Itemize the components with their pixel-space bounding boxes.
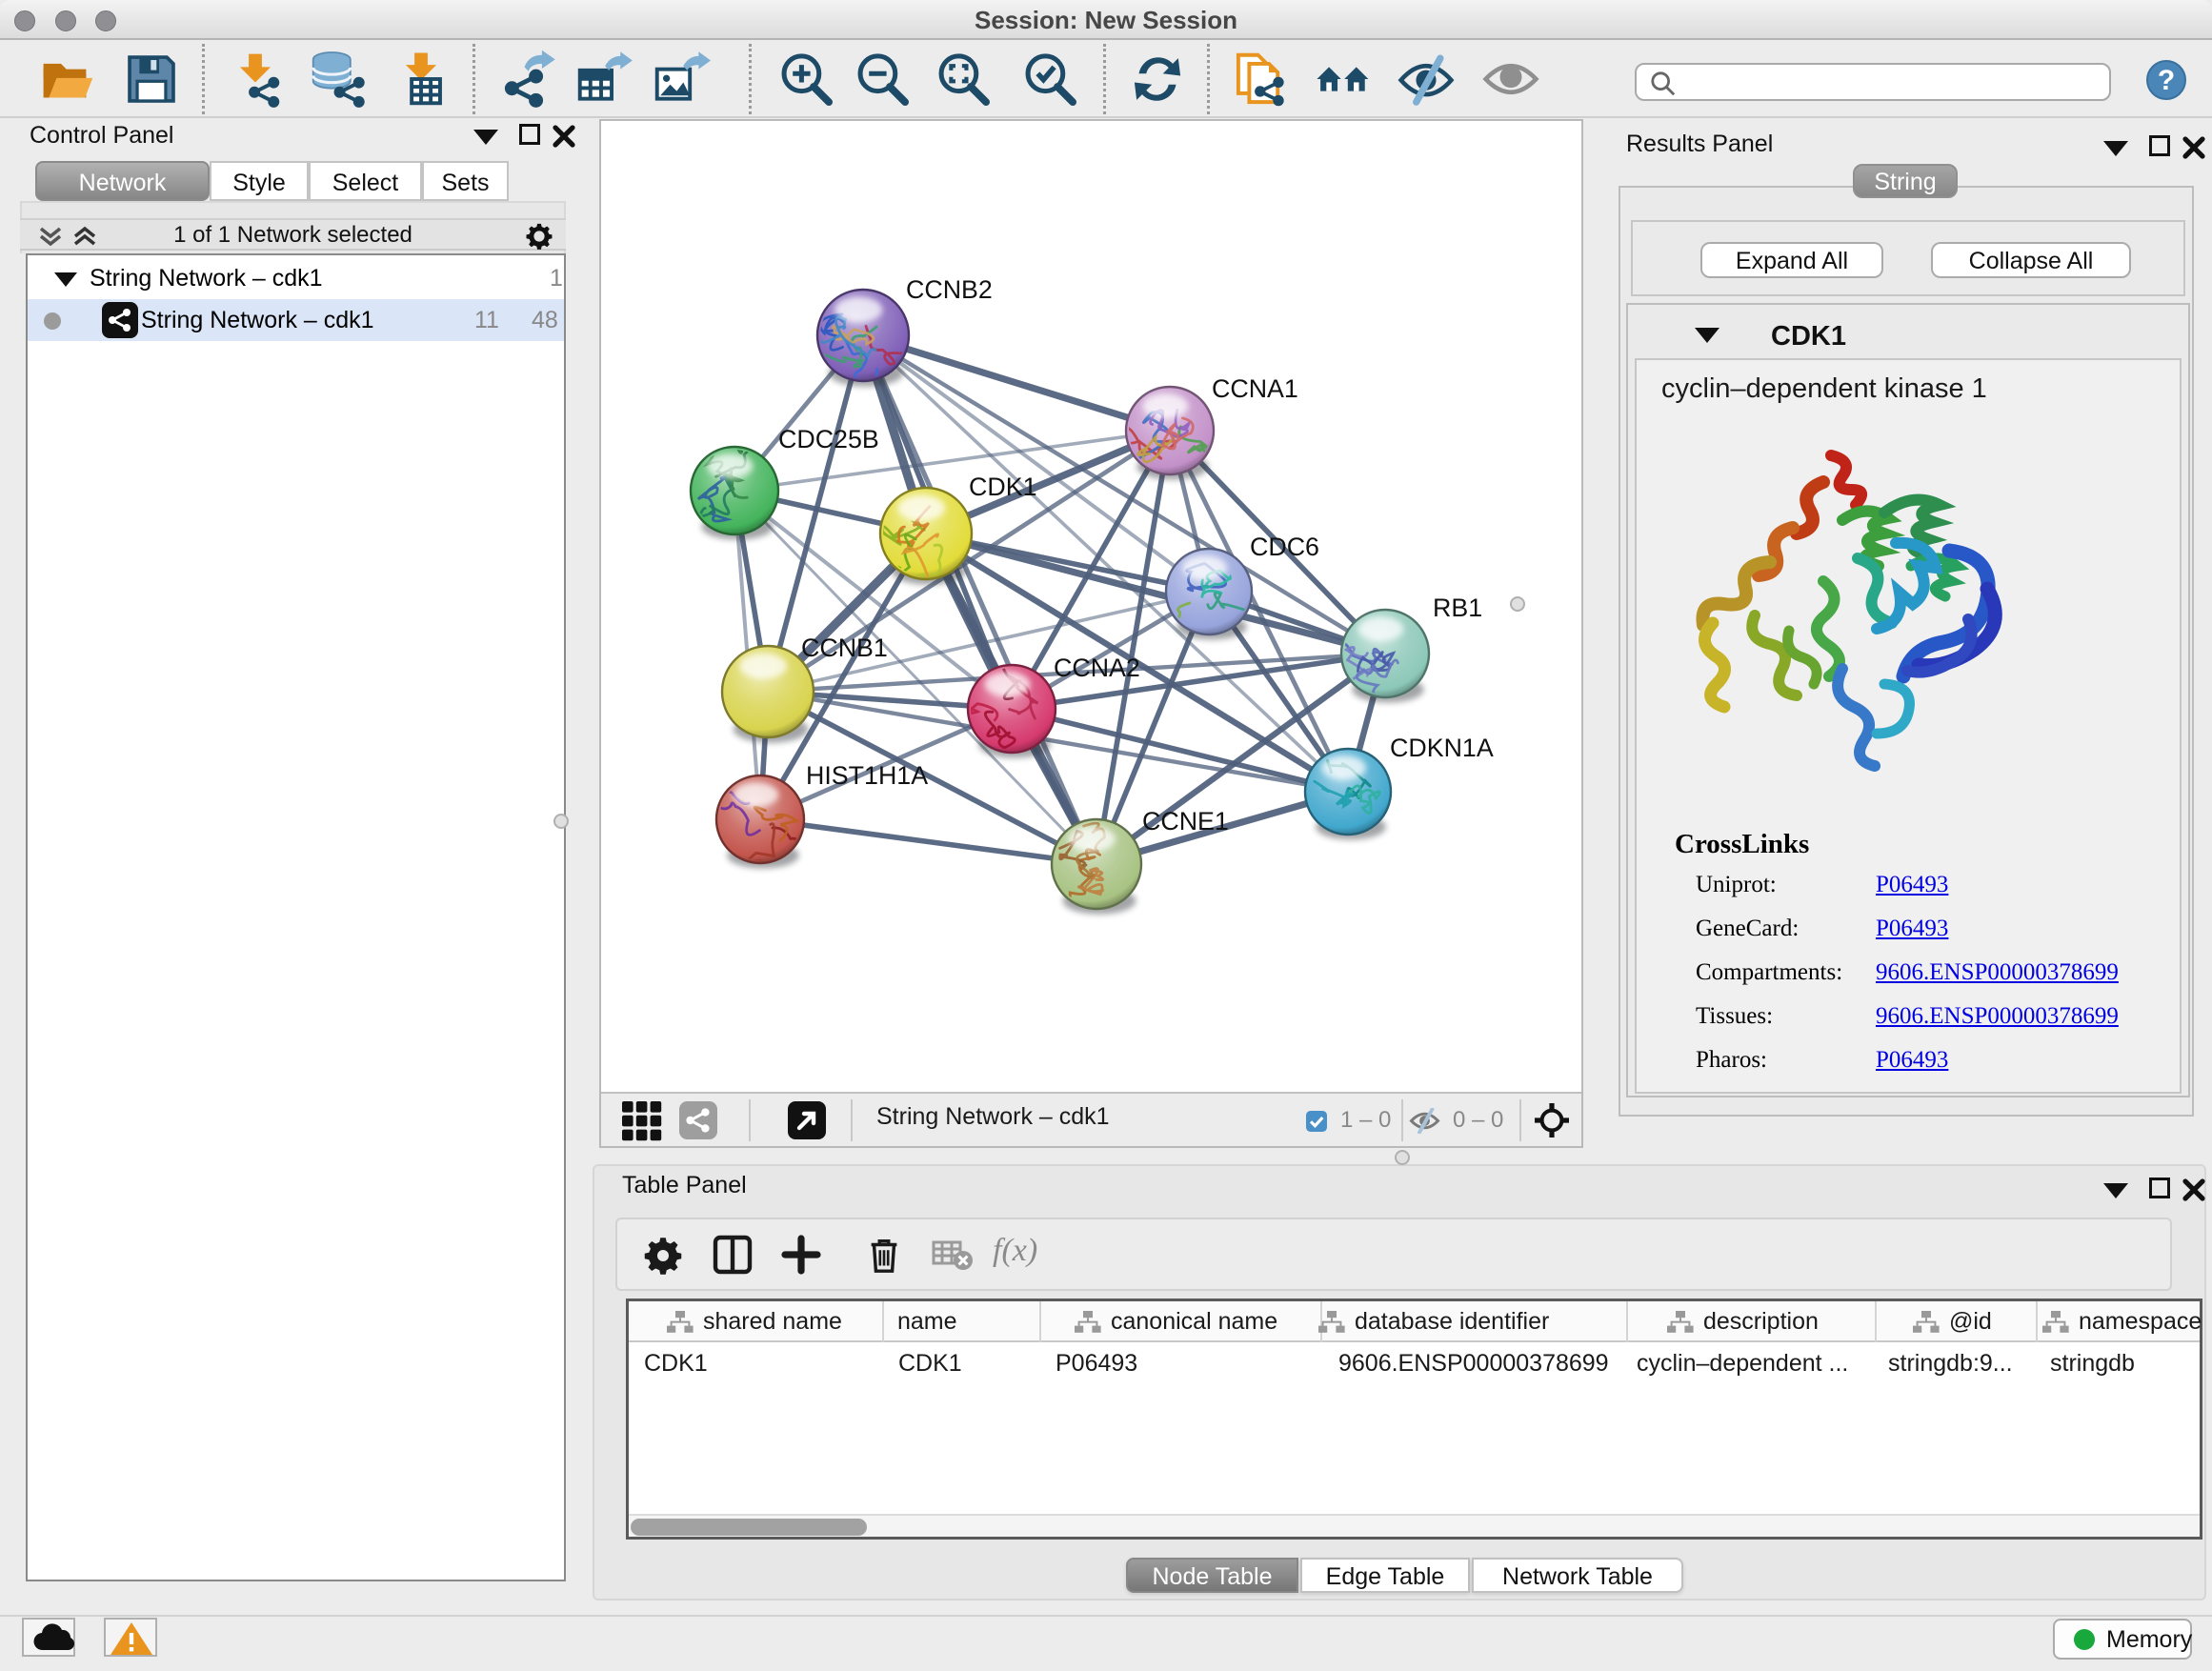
svg-text:HIST1H1A: HIST1H1A xyxy=(806,761,928,790)
svg-text:CCNB2: CCNB2 xyxy=(906,275,993,304)
svg-text:RB1: RB1 xyxy=(1433,594,1482,622)
svg-text:CDK1: CDK1 xyxy=(969,473,1036,501)
svg-text:CDC6: CDC6 xyxy=(1250,533,1319,561)
svg-text:CCNB1: CCNB1 xyxy=(801,634,888,662)
svg-text:CDKN1A: CDKN1A xyxy=(1390,734,1494,762)
svg-text:CCNE1: CCNE1 xyxy=(1142,807,1229,836)
svg-text:CCNA2: CCNA2 xyxy=(1054,654,1140,682)
svg-text:CCNA1: CCNA1 xyxy=(1212,374,1298,403)
svg-text:CDC25B: CDC25B xyxy=(778,425,879,453)
